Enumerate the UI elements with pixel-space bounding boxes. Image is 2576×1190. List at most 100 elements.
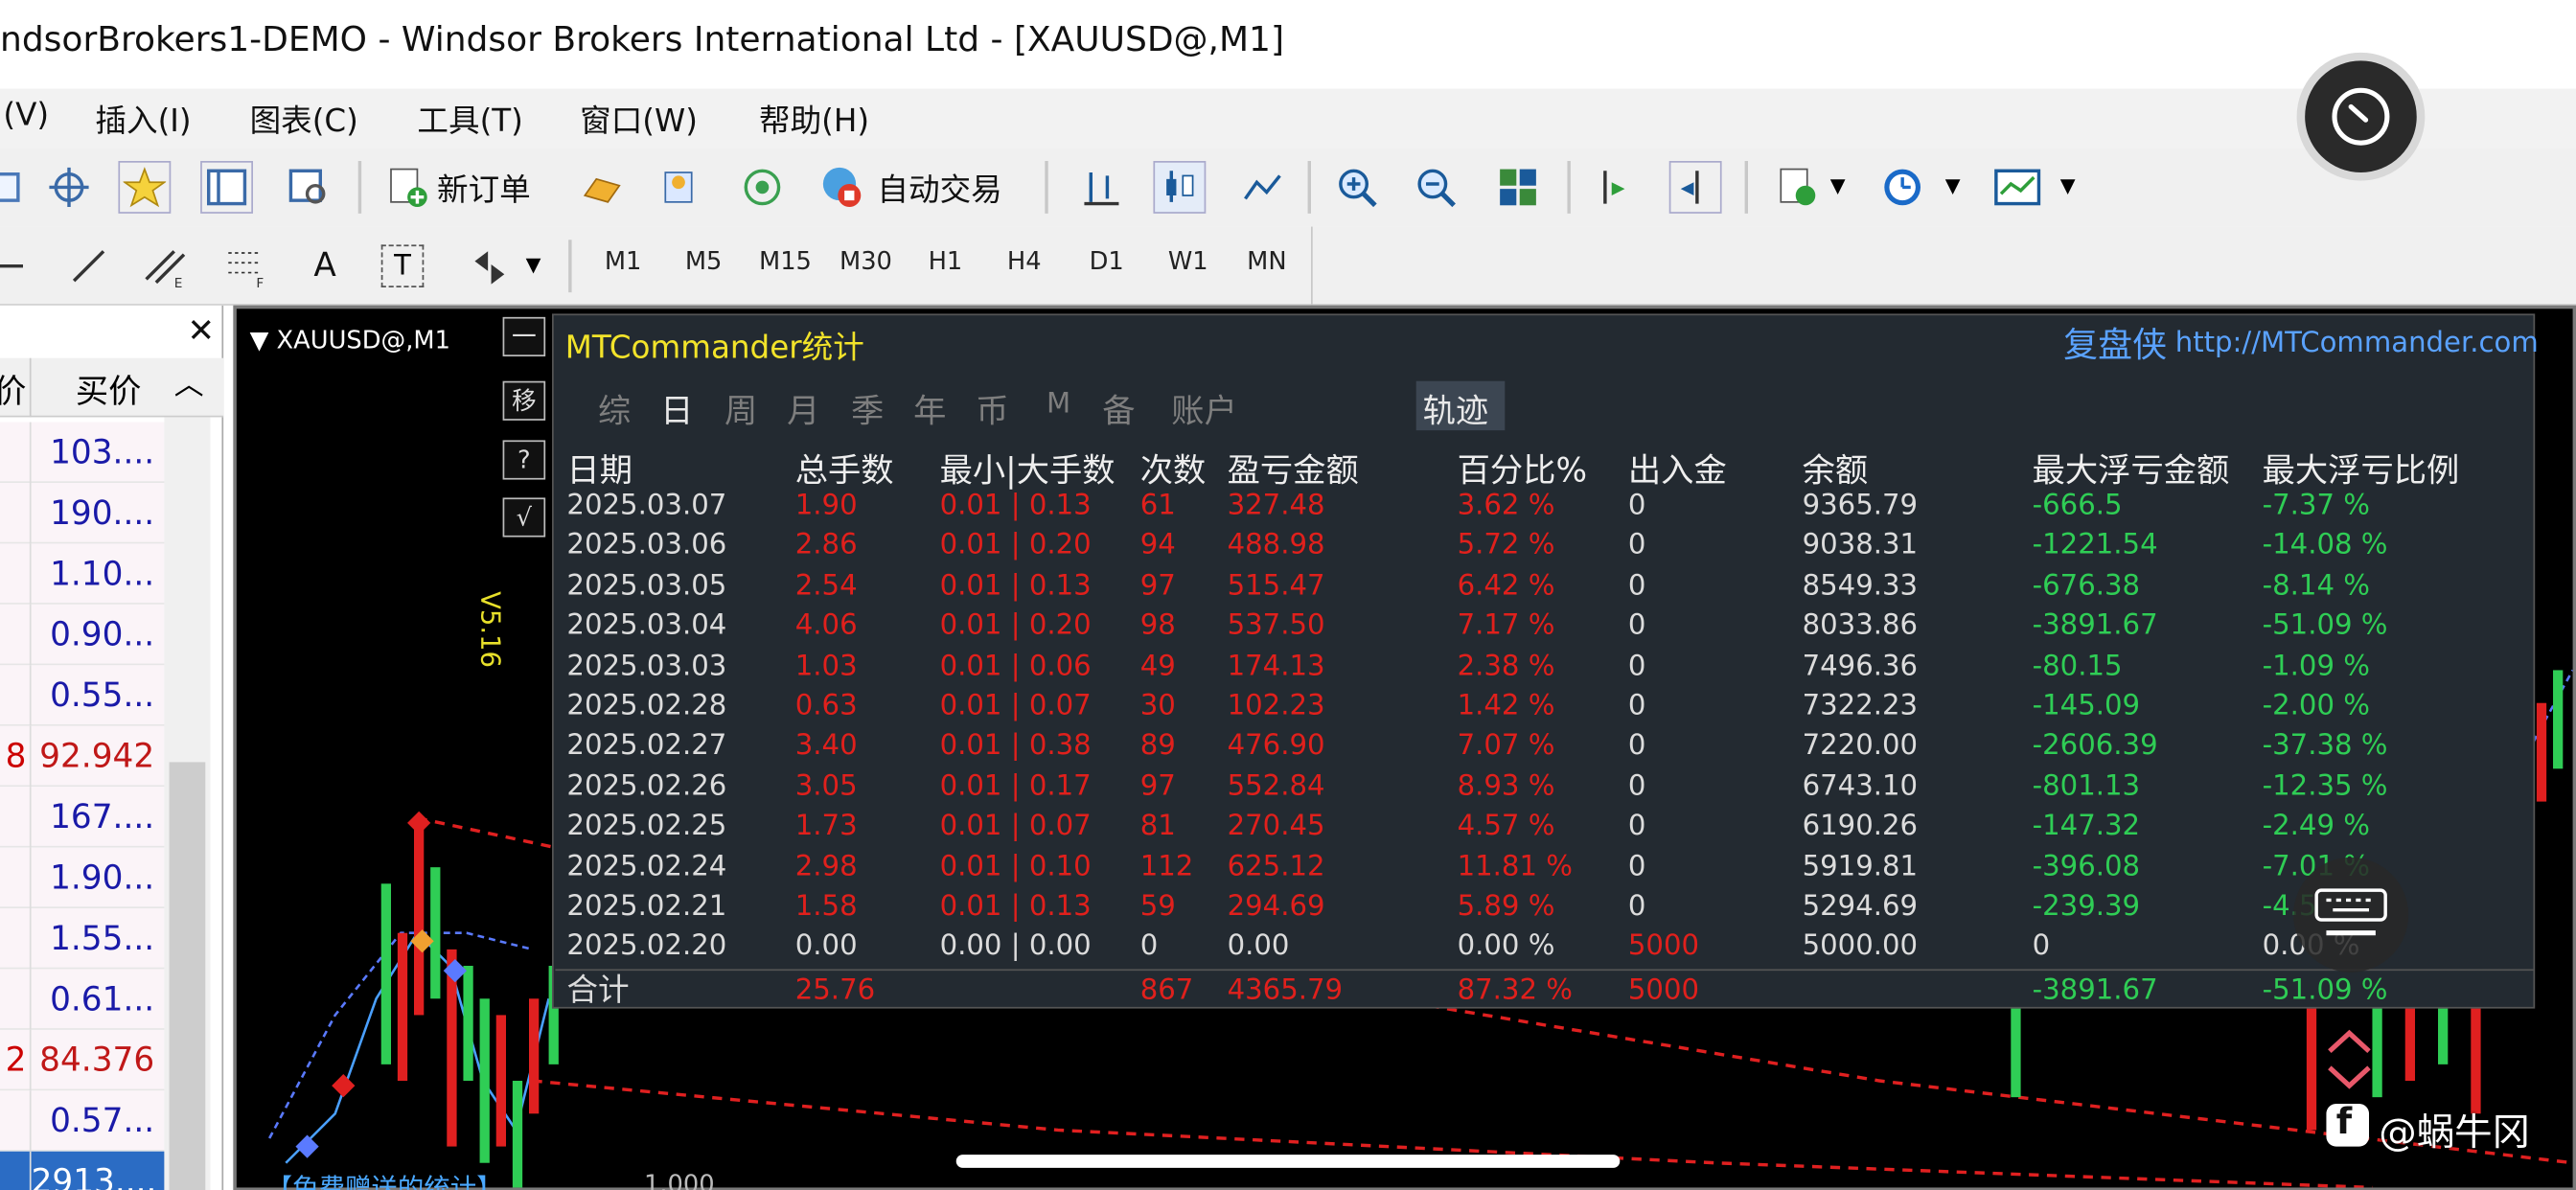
row-deposit: 0 — [1627, 609, 1646, 643]
row-balance: 5294.69 — [1802, 890, 1919, 924]
row-percent: 1.42 % — [1457, 690, 1555, 723]
row-total-lots: 2.98 — [794, 850, 858, 883]
row-profit: 515.47 — [1227, 569, 1325, 603]
row-total-lots: 0.63 — [794, 690, 858, 723]
row-deposit: 0 — [1627, 569, 1646, 603]
row-count: 61 — [1139, 489, 1176, 523]
row-max-drawdown: 0 — [2032, 929, 2051, 964]
row-max-drawdown: -80.15 — [2032, 650, 2123, 683]
row-date: 2025.03.03 — [566, 650, 727, 683]
row-deposit: 0 — [1627, 850, 1646, 883]
row-max-drawdown-ratio: -8.14 % — [2262, 569, 2370, 603]
row-max-drawdown: -2606.39 — [2032, 729, 2158, 764]
row-date: 2025.02.20 — [566, 929, 727, 964]
row-percent: 4.57 % — [1457, 810, 1555, 843]
row-total-lots: 3.05 — [794, 769, 858, 803]
row-min-max-lots: 0.01 | 0.13 — [939, 890, 1092, 924]
total-percent: 87.32 % — [1457, 973, 1573, 1007]
row-total-lots: 0.00 — [794, 929, 858, 964]
row-max-drawdown: -145.09 — [2032, 690, 2141, 723]
row-profit: 552.84 — [1227, 769, 1325, 803]
row-total-lots: 1.90 — [794, 489, 858, 523]
row-total-lots: 1.58 — [794, 890, 858, 924]
row-date: 2025.02.26 — [566, 769, 727, 803]
row-min-max-lots: 0.01 | 0.07 — [939, 690, 1092, 723]
row-max-drawdown: -239.39 — [2032, 890, 2141, 924]
row-deposit: 0 — [1627, 529, 1646, 562]
row-deposit: 0 — [1627, 729, 1646, 764]
row-count: 30 — [1139, 690, 1176, 723]
row-profit: 294.69 — [1227, 890, 1325, 924]
total-count: 867 — [1139, 973, 1194, 1007]
keyboard-icon — [2314, 888, 2387, 936]
row-percent: 3.62 % — [1457, 489, 1555, 523]
row-balance: 5919.81 — [1802, 850, 1919, 883]
row-deposit: 0 — [1627, 890, 1646, 924]
row-date: 2025.03.05 — [566, 569, 727, 603]
row-deposit: 5000 — [1627, 929, 1700, 964]
row-profit: 476.90 — [1227, 729, 1325, 764]
row-count: 98 — [1139, 609, 1176, 643]
row-percent: 11.81 % — [1457, 850, 1573, 883]
row-profit: 488.98 — [1227, 529, 1325, 562]
row-balance: 6190.26 — [1802, 810, 1919, 843]
row-max-drawdown-ratio: -51.09 % — [2262, 609, 2388, 643]
row-total-lots: 2.54 — [794, 569, 858, 603]
row-date: 2025.03.07 — [566, 489, 727, 523]
row-min-max-lots: 0.01 | 0.13 — [939, 489, 1092, 523]
row-balance: 6743.10 — [1802, 769, 1919, 803]
row-profit: 625.12 — [1227, 850, 1325, 883]
row-total-lots: 1.03 — [794, 650, 858, 683]
watermark: @蜗牛冈 — [2379, 1111, 2531, 1156]
row-percent: 2.38 % — [1457, 650, 1555, 683]
row-deposit: 0 — [1627, 650, 1646, 683]
row-max-drawdown-ratio: -12.35 % — [2262, 769, 2388, 803]
row-percent: 0.00 % — [1457, 929, 1555, 964]
row-deposit: 0 — [1627, 769, 1646, 803]
row-balance: 5000.00 — [1802, 929, 1919, 964]
expand-arrows-icon[interactable] — [2321, 1026, 2377, 1092]
row-max-drawdown: -1221.54 — [2032, 529, 2158, 562]
row-percent: 7.17 % — [1457, 609, 1555, 643]
row-min-max-lots: 0.01 | 0.13 — [939, 569, 1092, 603]
row-min-max-lots: 0.01 | 0.20 — [939, 609, 1092, 643]
total-max-drawdown: -3891.67 — [2032, 973, 2158, 1007]
keyboard-button[interactable] — [2293, 857, 2409, 973]
row-date: 2025.02.21 — [566, 890, 727, 924]
row-profit: 537.50 — [1227, 609, 1325, 643]
row-balance: 8033.86 — [1802, 609, 1919, 643]
row-min-max-lots: 0.01 | 0.07 — [939, 810, 1092, 843]
row-profit: 102.23 — [1227, 690, 1325, 723]
row-profit: 327.48 — [1227, 489, 1325, 523]
row-count: 97 — [1139, 769, 1176, 803]
row-count: 112 — [1139, 850, 1194, 883]
row-date: 2025.02.24 — [566, 850, 727, 883]
row-max-drawdown-ratio: -7.37 % — [2262, 489, 2370, 523]
row-count: 59 — [1139, 890, 1176, 924]
row-percent: 8.93 % — [1457, 769, 1555, 803]
row-deposit: 0 — [1627, 489, 1646, 523]
row-date: 2025.02.25 — [566, 810, 727, 843]
row-deposit: 0 — [1627, 690, 1646, 723]
row-date: 2025.03.06 — [566, 529, 727, 562]
row-balance: 7220.00 — [1802, 729, 1919, 764]
row-balance: 9365.79 — [1802, 489, 1919, 523]
row-count: 97 — [1139, 569, 1176, 603]
row-max-drawdown: -396.08 — [2032, 850, 2141, 883]
home-indicator[interactable] — [955, 1155, 1621, 1168]
total-profit: 4365.79 — [1227, 973, 1344, 1007]
row-profit: 174.13 — [1227, 650, 1325, 683]
row-max-drawdown-ratio: -2.00 % — [2262, 690, 2370, 723]
row-max-drawdown-ratio: -2.49 % — [2262, 810, 2370, 843]
row-min-max-lots: 0.01 | 0.06 — [939, 650, 1092, 683]
row-total-lots: 2.86 — [794, 529, 858, 562]
row-balance: 7322.23 — [1802, 690, 1919, 723]
row-min-max-lots: 0.01 | 0.10 — [939, 850, 1092, 883]
row-max-drawdown-ratio: -1.09 % — [2262, 650, 2370, 683]
row-date: 2025.02.27 — [566, 729, 727, 764]
total-date: 合计 — [566, 972, 630, 1009]
row-total-lots: 1.73 — [794, 810, 858, 843]
row-profit: 270.45 — [1227, 810, 1325, 843]
row-max-drawdown: -3891.67 — [2032, 609, 2158, 643]
row-max-drawdown: -676.38 — [2032, 569, 2141, 603]
